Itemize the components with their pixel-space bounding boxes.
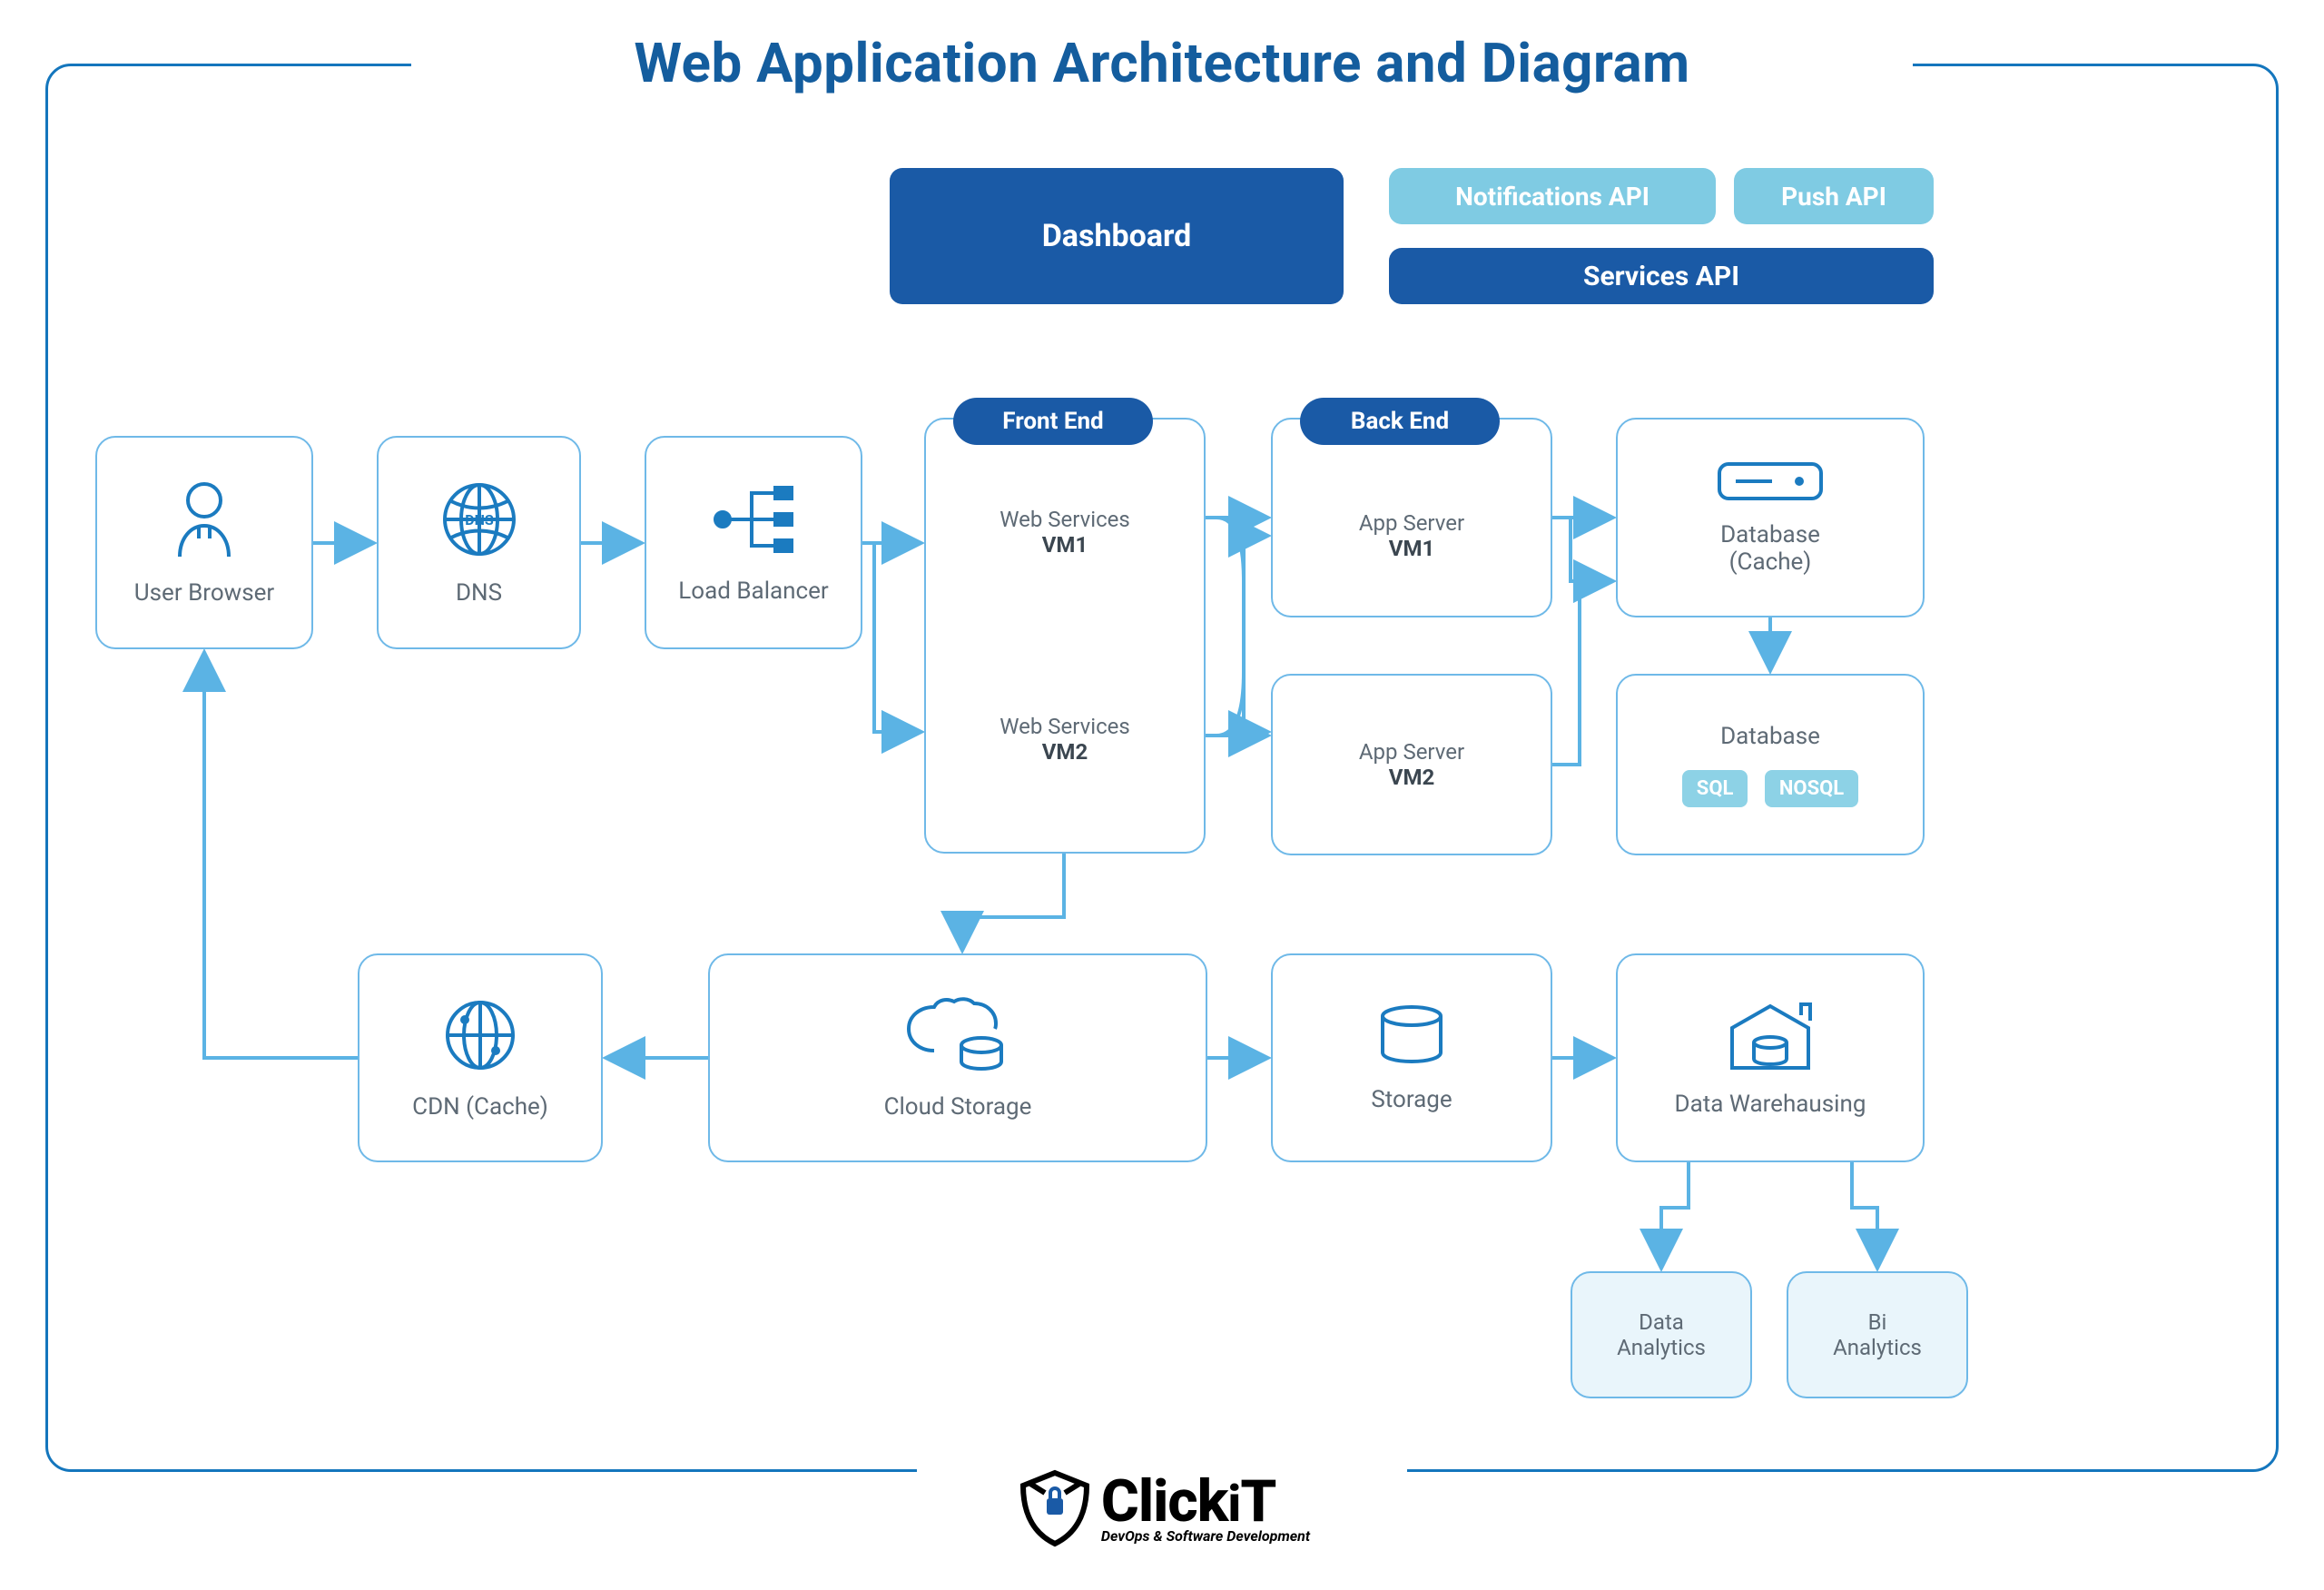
warehouse-icon — [1725, 999, 1816, 1078]
front-end-label: Front End — [1002, 408, 1103, 435]
database-node: Database SQL NOSQL — [1616, 674, 1925, 855]
push-api-button: Push API — [1734, 168, 1934, 224]
web-services-vm1: Web Services VM1 — [1000, 507, 1130, 558]
storage-node: Storage — [1271, 953, 1552, 1162]
cloud-storage-label: Cloud Storage — [884, 1093, 1032, 1121]
user-browser-node: User Browser — [95, 436, 313, 649]
globe-dns-icon: DNS — [438, 479, 520, 567]
shield-icon — [1014, 1467, 1096, 1549]
app-server-vm1: App Server VM1 — [1359, 510, 1464, 561]
cloud-storage-node: Cloud Storage — [708, 953, 1207, 1162]
app-server-vm2: App Server VM2 — [1359, 739, 1464, 790]
notifications-api-button: Notifications API — [1389, 168, 1716, 224]
back-end-label: Back End — [1351, 408, 1449, 435]
app-server-2-node: App Server VM2 — [1271, 674, 1552, 855]
dns-node: DNS DNS — [377, 436, 581, 649]
dashboard-label: Dashboard — [1042, 218, 1192, 254]
globe-cdn-icon — [441, 996, 519, 1081]
data-warehousing-label: Data Warehausing — [1675, 1091, 1866, 1118]
diagram-title: Web Application Architecture and Diagram — [0, 31, 2324, 95]
cdn-node: CDN (Cache) — [358, 953, 603, 1162]
user-browser-label: User Browser — [134, 579, 274, 607]
database-tags: SQL NOSQL — [1677, 770, 1864, 807]
data-warehousing-node: Data Warehausing — [1616, 953, 1925, 1162]
database-cache-label-b: (Cache) — [1729, 548, 1812, 576]
dns-label: DNS — [456, 579, 502, 607]
push-api-label: Push API — [1781, 182, 1886, 212]
user-icon — [169, 479, 240, 567]
brand-logo: ClickiT DevOps & Software Development — [0, 1454, 2324, 1563]
services-api-button: Services API — [1389, 248, 1934, 304]
notifications-api-label: Notifications API — [1455, 182, 1649, 212]
cloud-storage-icon — [903, 996, 1012, 1081]
front-end-node: Web Services VM1 Web Services VM2 — [924, 418, 1206, 854]
cdn-label: CDN (Cache) — [412, 1093, 548, 1121]
dashboard-button: Dashboard — [890, 168, 1344, 304]
load-balancer-node: Load Balancer — [645, 436, 862, 649]
storage-icon — [1375, 1003, 1448, 1073]
database-label: Database — [1720, 723, 1820, 750]
data-analytics-node: Data Analytics — [1571, 1271, 1752, 1398]
storage-label: Storage — [1371, 1086, 1452, 1113]
load-balancer-label: Load Balancer — [678, 578, 828, 605]
bi-analytics-node: Bi Analytics — [1787, 1271, 1968, 1398]
server-icon — [1716, 460, 1825, 509]
database-cache-node: Database (Cache) — [1616, 418, 1925, 617]
back-end-pill: Back End — [1300, 398, 1500, 445]
app-server-1-node: App Server VM1 — [1271, 418, 1552, 617]
database-cache-label-a: Database — [1720, 521, 1820, 548]
brand-name: ClickiT — [1101, 1473, 1310, 1531]
services-api-label: Services API — [1583, 261, 1739, 292]
nosql-tag: NOSQL — [1765, 770, 1858, 807]
sql-tag: SQL — [1682, 770, 1748, 807]
brand-tagline: DevOps & Software Development — [1101, 1527, 1310, 1545]
load-balancer-icon — [710, 480, 797, 565]
svg-text:DNS: DNS — [465, 511, 494, 528]
web-services-vm2: Web Services VM2 — [1000, 714, 1130, 765]
front-end-pill: Front End — [953, 398, 1153, 445]
